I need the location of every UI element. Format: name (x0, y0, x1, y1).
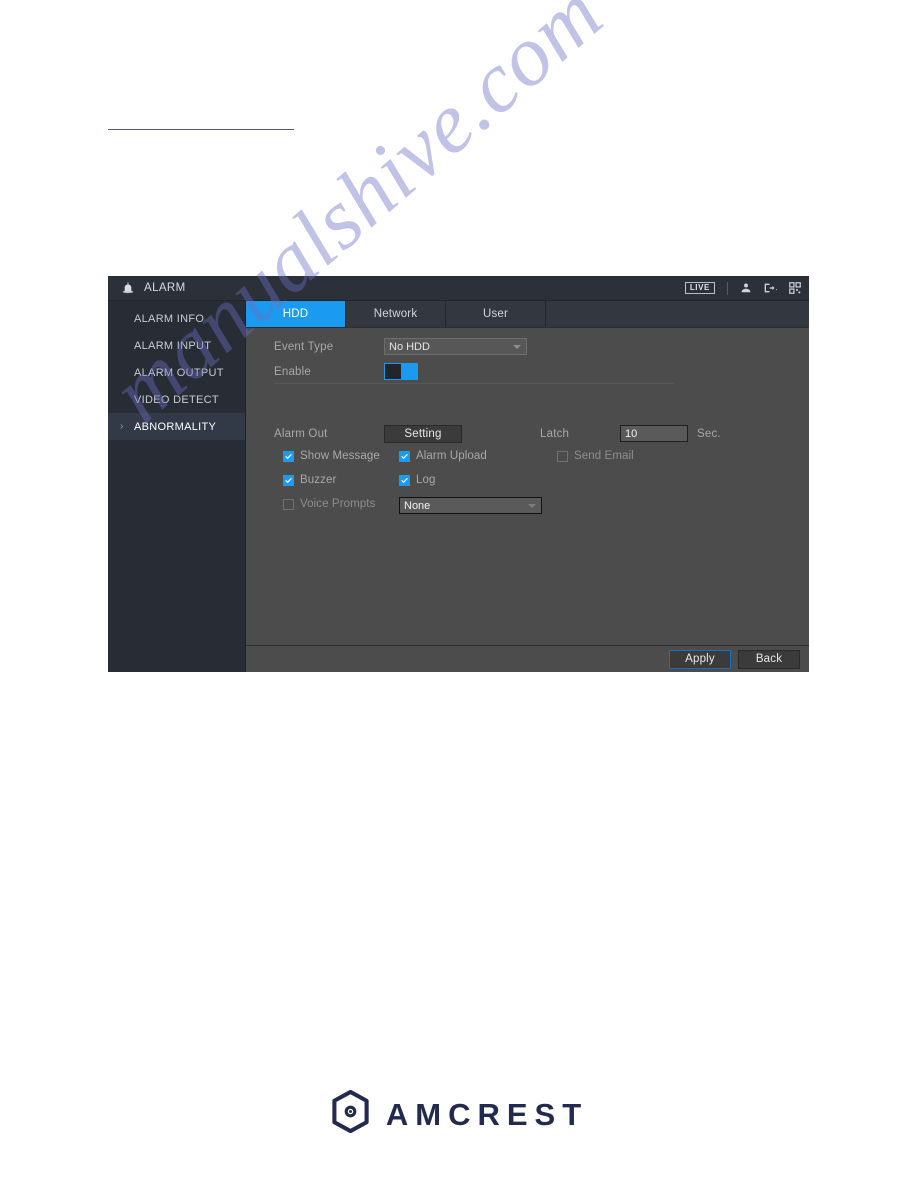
checkbox-buzzer[interactable]: Buzzer (283, 474, 336, 486)
content-area: HDD Network User Event Type No HDD Enabl… (246, 301, 809, 672)
alarm-out-setting-button[interactable]: Setting (384, 425, 462, 443)
footer-bar: Apply Back (246, 645, 809, 672)
checkbox-log[interactable]: Log (399, 474, 436, 486)
checkbox-label: Buzzer (300, 474, 337, 486)
tab-network[interactable]: Network (346, 301, 446, 327)
checkbox-box (283, 450, 294, 462)
latch-input[interactable]: 10 (620, 425, 688, 442)
back-button[interactable]: Back (738, 649, 800, 669)
sidebar-item-label: ALARM INPUT (134, 339, 212, 352)
chevron-down-icon (528, 503, 536, 508)
voice-prompts-select[interactable]: None (399, 497, 542, 514)
sidebar-item-label: ALARM INFO (134, 312, 205, 325)
alarm-out-label: Alarm Out (274, 428, 328, 440)
alarm-out-row: Alarm Out Setting (274, 425, 462, 443)
tab-label: User (482, 308, 509, 320)
alarm-siren-icon (121, 281, 135, 295)
tab-user[interactable]: User (446, 301, 546, 327)
tab-label: HDD (282, 308, 309, 320)
window-title: ALARM (144, 282, 186, 294)
check-icon (401, 453, 408, 459)
settings-pane: Event Type No HDD Enable Alarm Out Setti… (246, 328, 809, 645)
apply-button-label: Apply (685, 653, 715, 665)
sidebar-item-alarm-info[interactable]: ALARM INFO (108, 305, 245, 332)
checkbox-label: Log (416, 474, 436, 486)
enable-label: Enable (274, 365, 312, 378)
setting-button-label: Setting (404, 428, 442, 440)
brand-wordmark: AMCREST (385, 1096, 589, 1132)
sidebar: ALARM INFO ALARM INPUT ALARM OUTPUT VIDE… (108, 301, 246, 672)
titlebar-divider (727, 281, 728, 295)
check-icon (285, 477, 292, 483)
sidebar-item-abnormality[interactable]: › ABNORMALITY (108, 413, 245, 440)
tab-label: Network (373, 308, 418, 320)
window-body: ALARM INFO ALARM INPUT ALARM OUTPUT VIDE… (108, 301, 809, 672)
latch-label: Latch (540, 427, 570, 440)
sidebar-item-label: ALARM OUTPUT (134, 366, 224, 379)
event-type-select[interactable]: No HDD (384, 338, 527, 355)
user-icon[interactable] (740, 282, 752, 294)
checkbox-box (399, 450, 410, 462)
checkbox-box (283, 498, 294, 510)
event-type-row: Event Type No HDD (274, 338, 527, 355)
checkbox-alarm-upload[interactable]: Alarm Upload (399, 450, 487, 462)
sidebar-item-video-detect[interactable]: VIDEO DETECT (108, 386, 245, 413)
amcrest-hex-logo-icon (330, 1089, 371, 1138)
latch-row: Latch 10 Sec. (540, 425, 721, 442)
checkbox-box (283, 474, 294, 486)
sidebar-item-label: VIDEO DETECT (134, 393, 219, 406)
toggle-knob (401, 364, 417, 379)
enable-row: Enable (274, 363, 418, 380)
section-divider (274, 383, 674, 384)
apply-button[interactable]: Apply (669, 649, 731, 669)
checkbox-label: Alarm Upload (416, 450, 487, 462)
voice-prompts-row: None (399, 497, 542, 514)
sidebar-item-alarm-input[interactable]: ALARM INPUT (108, 332, 245, 359)
checkbox-voice-prompts[interactable]: Voice Prompts (283, 498, 375, 510)
titlebar-left-group: ALARM (121, 281, 186, 295)
toggle-track-off (385, 364, 401, 379)
chevron-right-icon: › (120, 420, 124, 432)
check-icon (285, 453, 292, 459)
checkbox-box (557, 450, 568, 462)
voice-prompts-value: None (404, 499, 431, 512)
tab-bar-filler (546, 301, 809, 327)
window-titlebar: ALARM LIVE (108, 276, 809, 301)
tab-hdd[interactable]: HDD (246, 301, 346, 327)
checkbox-box (399, 474, 410, 486)
qr-code-icon[interactable] (789, 282, 801, 294)
sidebar-item-alarm-output[interactable]: ALARM OUTPUT (108, 359, 245, 386)
latch-unit: Sec. (697, 427, 721, 440)
checkbox-label: Voice Prompts (300, 498, 376, 510)
logout-icon[interactable] (763, 282, 778, 294)
checkbox-label: Show Message (300, 450, 380, 462)
tab-bar: HDD Network User (246, 301, 809, 328)
sidebar-item-label: ABNORMALITY (134, 420, 217, 433)
brand-logo: AMCREST (0, 1089, 918, 1138)
page-top-rule (108, 129, 294, 130)
alarm-settings-window: ALARM LIVE ALARM INFO ALARM INPUT ALARM … (108, 276, 809, 672)
checkbox-show-message[interactable]: Show Message (283, 450, 380, 462)
checkbox-label: Send Email (574, 450, 634, 462)
event-type-value: No HDD (389, 340, 430, 353)
chevron-down-icon (513, 344, 521, 349)
latch-value: 10 (625, 427, 638, 440)
checkbox-send-email[interactable]: Send Email (557, 450, 634, 462)
check-icon (401, 477, 408, 483)
titlebar-right-group: LIVE (684, 281, 801, 295)
live-badge[interactable]: LIVE (684, 282, 715, 294)
event-type-label: Event Type (274, 340, 334, 353)
back-button-label: Back (755, 653, 783, 665)
enable-toggle[interactable] (384, 363, 418, 380)
